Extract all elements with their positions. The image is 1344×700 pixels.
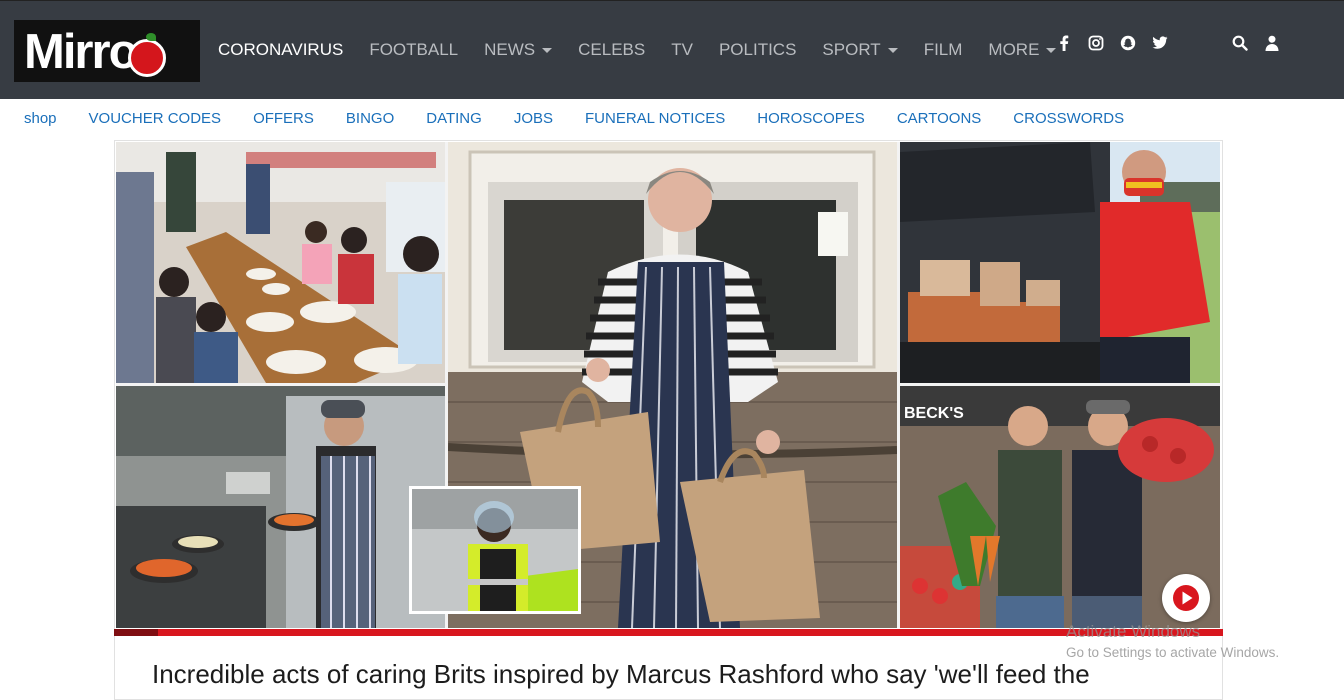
nav-item-celebs[interactable]: CELEBS (578, 40, 645, 60)
play-button[interactable] (1162, 574, 1210, 622)
nav-item-news[interactable]: NEWS (484, 40, 553, 60)
photo-man-red-shirt-car (900, 142, 1220, 383)
chevron-down-icon (887, 47, 898, 53)
photo-inset-face-shield (409, 486, 581, 614)
nav-item-football[interactable]: FOOTBALL (369, 40, 458, 60)
video-progress-played (114, 629, 159, 636)
mirror-logo[interactable]: Mirror (14, 20, 200, 82)
nav-item-label: FILM (923, 40, 963, 59)
nav-item-label: POLITICS (718, 40, 797, 59)
user-icon[interactable] (1256, 32, 1288, 54)
shop-sign-text: BECK'S (904, 405, 964, 422)
subnav-link-shop[interactable]: shop (24, 110, 57, 127)
play-icon (1171, 583, 1201, 613)
nav-item-film[interactable]: FILM (924, 40, 963, 60)
subnav-link-dating[interactable]: DATING (426, 110, 482, 127)
photo-children-eating (116, 142, 445, 383)
nav-item-coronavirus[interactable]: CORONAVIRUS (218, 40, 343, 60)
subnav-link-horoscopes[interactable]: HOROSCOPES (757, 110, 865, 127)
secondary-nav: shop VOUCHER CODES OFFERS BINGO DATING JOBS FU… (24, 110, 1156, 127)
nav-item-more[interactable]: MORE (988, 40, 1057, 60)
header-tools (1224, 32, 1288, 54)
twitter-icon[interactable] (1144, 32, 1176, 54)
nav-item-label: FOOTBALL (369, 40, 459, 59)
chevron-down-icon (542, 47, 553, 53)
top-navigation-bar: Mirror CORONAVIRUS FOOTBALL NEWS CELEBS TV PO… (0, 0, 1344, 99)
subnav-link-bingo[interactable]: BINGO (346, 110, 394, 127)
nav-item-label: CELEBS (578, 40, 646, 59)
nav-item-politics[interactable]: POLITICS (719, 40, 796, 60)
subnav-link-offers[interactable]: OFFERS (253, 110, 314, 127)
nav-item-tv[interactable]: TV (671, 40, 693, 60)
subnav-link-voucher-codes[interactable]: VOUCHER CODES (89, 110, 222, 127)
logo-red-ball (128, 39, 166, 77)
activate-windows-subtitle: Go to Settings to activate Windows. (1066, 645, 1280, 660)
nav-item-label: NEWS (484, 40, 536, 59)
nav-item-label: MORE (988, 40, 1040, 59)
video-progress-track[interactable] (114, 629, 1223, 636)
nav-item-label: CORONAVIRUS (218, 40, 344, 59)
main-nav: CORONAVIRUS FOOTBALL NEWS CELEBS TV POLITICS S… (218, 40, 1082, 60)
instagram-icon[interactable] (1080, 32, 1112, 54)
snapchat-icon[interactable] (1112, 32, 1144, 54)
search-icon[interactable] (1224, 32, 1256, 54)
facebook-icon[interactable] (1048, 32, 1080, 54)
activate-windows-title: Activate Windows (1066, 622, 1201, 641)
social-links (1048, 32, 1176, 54)
subnav-link-crosswords[interactable]: CROSSWORDS (1013, 110, 1124, 127)
nav-item-sport[interactable]: SPORT (822, 40, 898, 60)
nav-item-label: SPORT (822, 40, 881, 59)
subnav-link-funeral-notices[interactable]: FUNERAL NOTICES (585, 110, 725, 127)
article-headline[interactable]: Incredible acts of caring Brits inspired… (152, 659, 1212, 690)
photo-chef-cooking (116, 386, 445, 628)
hero-video-collage[interactable]: BECK'S (116, 142, 1220, 628)
subnav-link-jobs[interactable]: JOBS (514, 110, 553, 127)
subnav-link-cartoons[interactable]: CARTOONS (897, 110, 981, 127)
logo-leaf (146, 33, 156, 41)
nav-item-label: TV (671, 40, 693, 59)
